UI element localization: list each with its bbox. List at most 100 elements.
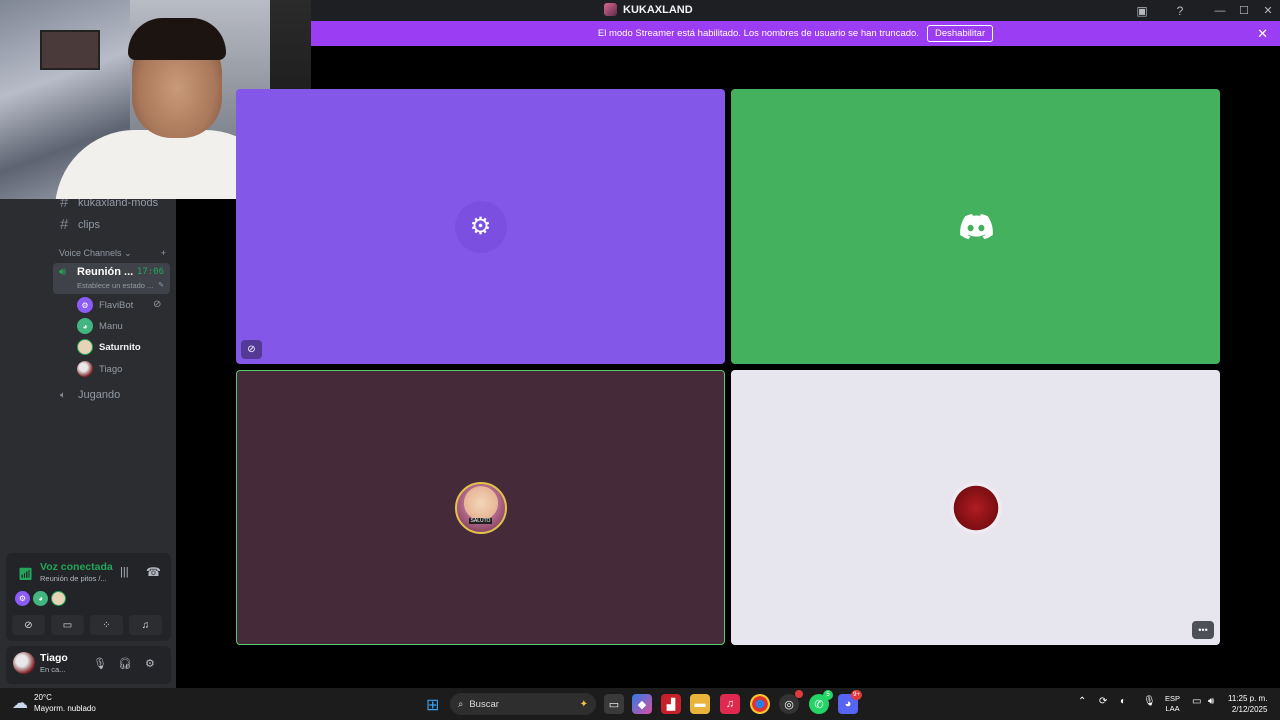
gear-icon[interactable]: ⚙ <box>145 657 155 670</box>
voice-timer: 17:06 <box>136 267 164 277</box>
windows-start-icon[interactable]: ⊞ <box>426 695 439 715</box>
more-options-icon[interactable]: ••• <box>1192 621 1214 639</box>
sync-icon[interactable]: ⟳ <box>1099 696 1107 707</box>
weather-temp: 20°C <box>34 693 52 702</box>
minimize-button[interactable]: — <box>1208 0 1232 21</box>
chrome-icon[interactable] <box>750 694 770 714</box>
tray-app-icon[interactable]: ◐ <box>1120 696 1126 707</box>
headphones-icon[interactable]: 🎧︎ <box>118 657 132 670</box>
weather-widget[interactable]: ☁ 20°C Mayorm. nublado <box>12 692 96 714</box>
webcam-person-hair <box>128 18 226 60</box>
hash-icon: # <box>60 216 69 233</box>
chevron-down-icon: ⌄ <box>124 248 132 258</box>
member-saturnito[interactable]: Saturnito <box>77 339 141 355</box>
voice-channels-header[interactable]: Voice Channels ⌄ + <box>59 248 166 259</box>
discord-logo-icon <box>959 213 993 239</box>
voice-connected-title: Voz conectada <box>40 561 113 573</box>
server-logo-icon <box>604 3 617 16</box>
taskbar-search[interactable]: ⌕ Buscar ✦ <box>450 693 596 715</box>
user-name[interactable]: Tiago <box>40 652 68 664</box>
voice-participants: ⚙ ◕ <box>15 591 66 606</box>
window-title-text: KUKAXLAND <box>623 3 693 16</box>
file-explorer-icon[interactable]: ▬ <box>690 694 710 714</box>
flavibot-avatar: ⚙ <box>454 200 507 253</box>
saturnito-avatar: SALUTO <box>454 481 507 534</box>
copilot-sparkle-icon: ✦ <box>579 698 588 710</box>
voice-connected-channel[interactable]: Reunión de pitos /... <box>40 574 107 583</box>
copilot-icon[interactable]: ◆ <box>632 694 652 714</box>
soundboard-icon[interactable]: ♫ <box>129 615 162 635</box>
channel-clips[interactable]: # clips <box>60 216 100 233</box>
clock[interactable]: 11:25 p. m. 2/12/2025 <box>1228 693 1267 715</box>
channel-label: Jugando <box>78 389 121 401</box>
tiago-avatar <box>949 481 1002 534</box>
inbox-icon[interactable]: ▣ <box>1132 0 1152 21</box>
discord-taskbar-icon[interactable]: ◕ 9+ <box>838 690 862 714</box>
voice-actions: ⊘ ▭ ⁘ ♫ <box>12 615 162 635</box>
task-view-icon[interactable]: ▭ <box>604 694 624 714</box>
user-panel: Tiago En ca... 🎙︎ 🎧︎ ⚙ <box>6 646 171 684</box>
add-channel-button[interactable]: + <box>161 248 166 259</box>
pencil-icon[interactable]: ✎ <box>158 281 164 289</box>
avatar[interactable]: ⚙ <box>15 591 30 606</box>
voice-connected-panel: 📶︎ Voz conectada Reunión de pitos /... |… <box>6 553 171 641</box>
camera-off-icon[interactable]: ⊘ <box>12 615 45 635</box>
tile-tiago[interactable]: ••• <box>731 370 1220 645</box>
amd-icon[interactable]: ▟ <box>661 694 681 714</box>
member-tiago[interactable]: Tiago <box>77 361 122 377</box>
search-icon: ⌕ <box>458 698 464 710</box>
title-bar-icons: ▣ ? — ☐ ✕ <box>1132 0 1280 21</box>
member-flavibot[interactable]: ⚙ FlaviBot <box>77 297 133 313</box>
maximize-button[interactable]: ☐ <box>1232 0 1256 21</box>
screen-share-icon[interactable]: ▭ <box>51 615 84 635</box>
search-placeholder: Buscar <box>469 698 499 710</box>
network-icon[interactable]: ▭ <box>1192 696 1201 707</box>
avatar-caption: SALUTO <box>468 517 493 524</box>
noise-suppression-icon[interactable]: ||| <box>120 566 129 578</box>
speaker-icon: 🔊︎ <box>59 266 66 278</box>
language-indicator[interactable]: ESP LAA <box>1165 694 1180 714</box>
avatar[interactable] <box>13 652 35 674</box>
member-name: Saturnito <box>99 341 141 353</box>
music-icon[interactable]: ♫ <box>720 694 740 714</box>
member-manu[interactable]: ◕ Manu <box>77 318 123 334</box>
tile-flavibot[interactable]: ⚙ ⊘ <box>236 89 725 364</box>
hangup-icon[interactable]: ☎ <box>146 565 161 579</box>
voice-channels-label: Voice Channels <box>59 248 122 258</box>
camera-off-icon: ⊘ <box>153 299 162 310</box>
whatsapp-badge: 5 <box>823 690 833 700</box>
webcam-poster <box>40 30 100 70</box>
activities-icon[interactable]: ⁘ <box>90 615 123 635</box>
cloud-icon: ☁ <box>12 695 28 712</box>
active-voice-channel[interactable]: 🔊︎ Reunión ... 17:06 Establece un estado… <box>53 263 170 294</box>
chevron-up-icon[interactable]: ⌃ <box>1078 696 1086 707</box>
weather-text: 20°C Mayorm. nublado <box>34 692 96 714</box>
avatar: ⚙ <box>77 297 93 313</box>
window-title: KUKAXLAND <box>604 3 693 16</box>
lang-top: ESP <box>1165 694 1181 703</box>
voice-status[interactable]: Establece un estado ... <box>77 281 153 290</box>
channel-label: clips <box>78 218 101 231</box>
disable-streamer-mode-button[interactable]: Deshabilitar <box>926 25 994 42</box>
discord-badge: 9+ <box>851 690 862 700</box>
signal-icon[interactable]: 📶︎ <box>18 567 33 581</box>
whatsapp-icon[interactable]: ✆ 5 <box>809 690 833 714</box>
mic-icon[interactable]: 🎙︎ <box>93 657 107 670</box>
app-icon[interactable]: ◎ <box>779 690 803 714</box>
tile-manu[interactable] <box>731 89 1220 364</box>
avatar[interactable]: ◕ <box>33 591 48 606</box>
close-window-button[interactable]: ✕ <box>1256 0 1280 21</box>
avatar[interactable] <box>51 591 66 606</box>
help-icon[interactable]: ? <box>1170 0 1190 21</box>
tile-saturnito[interactable]: SALUTO <box>236 370 725 645</box>
close-banner-icon[interactable]: ✕ <box>1257 26 1268 42</box>
windows-taskbar: ☁ 20°C Mayorm. nublado ⊞ ⌕ Buscar ✦ ▭ ◆ … <box>0 688 1280 720</box>
lang-bottom: LAA <box>1165 704 1180 713</box>
speaker-icon: 🔈︎ <box>60 389 66 401</box>
member-name: Tiago <box>99 363 123 375</box>
weather-desc: Mayorm. nublado <box>34 704 96 713</box>
member-name: Manu <box>99 320 123 332</box>
voice-channel-jugando[interactable]: 🔈︎ Jugando <box>60 389 120 401</box>
mic-icon[interactable]: 🎙︎ <box>1143 696 1156 707</box>
volume-icon[interactable]: 🔊︎ <box>1208 696 1214 707</box>
